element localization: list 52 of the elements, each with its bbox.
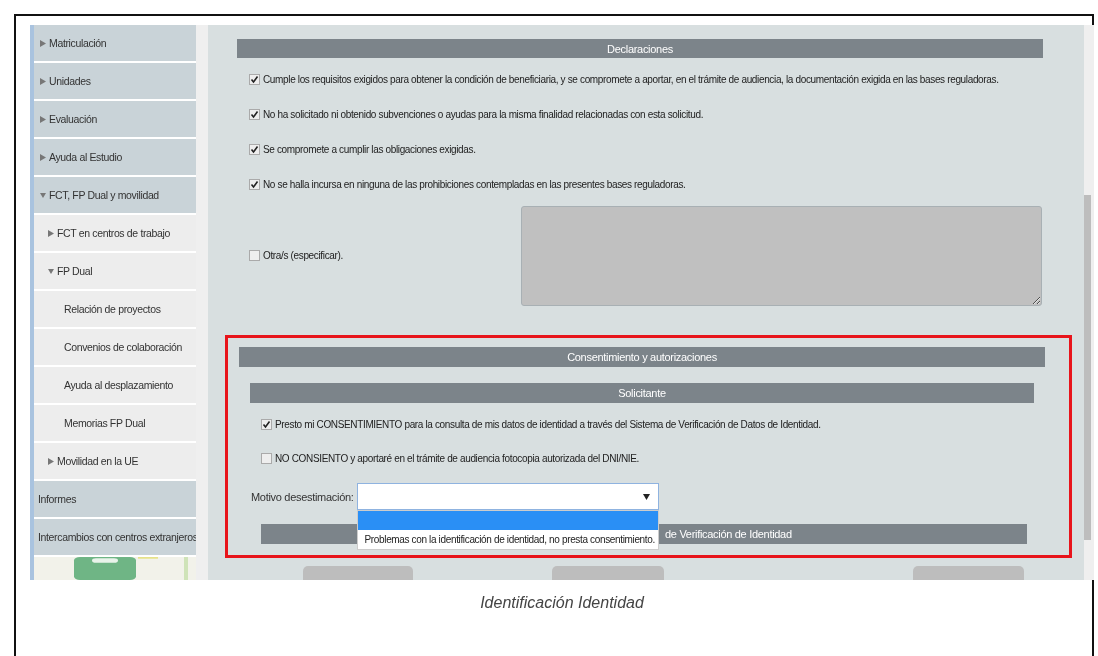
sidebar-item-label[interactable]: Matriculación xyxy=(49,37,107,49)
sidebar-item[interactable]: FP Dual xyxy=(34,253,196,289)
sidebar-item[interactable]: Ayuda al desplazamiento xyxy=(34,367,196,403)
consent-text: NO CONSIENTO y aportaré en el trámite de audiencia fotocopia autorizada del DNI/NIE. xyxy=(275,452,639,464)
sidebar-item[interactable]: Intercambios con centros extranjeros xyxy=(34,519,196,555)
sidebar-item-label[interactable]: Unidades xyxy=(49,75,91,87)
sidebar-item-label[interactable]: FP Dual xyxy=(57,265,93,277)
checkbox[interactable] xyxy=(249,179,260,191)
sidebar-item-label[interactable]: FCT en centros de trabajo xyxy=(57,227,171,239)
section-header: Consentimiento y autorizaciones xyxy=(239,347,1045,368)
checkbox[interactable] xyxy=(249,109,260,121)
sidebar-item[interactable]: Ayuda al Estudio xyxy=(34,139,196,175)
sidebar-item[interactable]: Memorias FP Dual xyxy=(34,405,196,441)
checkbox[interactable] xyxy=(261,452,272,464)
dropdown-option[interactable] xyxy=(357,511,658,531)
sidebar-item-label[interactable]: Ayuda al desplazamiento xyxy=(64,379,174,391)
scrollbar[interactable] xyxy=(1084,195,1091,540)
sidebar-item[interactable]: Informes xyxy=(34,481,196,517)
sidebar-item[interactable]: Unidades xyxy=(34,63,196,99)
figure-caption: Identificación Identidad xyxy=(479,594,646,612)
consent-text: Presto mi CONSENTIMIENTO para la consulta de mis datos de identidad a través del Sistema de Verificación de Datos de Identidad. xyxy=(275,418,821,430)
declaration-text: Se compromete a cumplir las obligaciones exigidas. xyxy=(263,144,476,156)
declaration-text: No ha solicitado ni obtenido subvenciones o ayudas para la misma finalidad relacionadas con esta solicitud. xyxy=(263,109,704,121)
sidebar-item-label[interactable]: Informes xyxy=(38,493,77,505)
sidebar-item[interactable]: Evaluación xyxy=(34,101,196,137)
sidebar-item-label[interactable]: FCT, FP Dual y movilidad xyxy=(49,189,159,201)
checkbox[interactable] xyxy=(261,418,272,430)
sidebar-item-label[interactable]: Ayuda al Estudio xyxy=(49,151,122,163)
sidebar-item-label[interactable]: Convenios de colaboración xyxy=(64,341,182,353)
sidebar-item-label[interactable]: Memorias FP Dual xyxy=(64,417,146,429)
declaration-text: No se halla incursa en ninguna de las prohibiciones contempladas en las presentes bases reguladoras. xyxy=(263,179,686,191)
sidebar-item-label[interactable]: Intercambios con centros extranjeros xyxy=(38,531,198,543)
sidebar-item-label[interactable]: Evaluación xyxy=(49,113,97,125)
text-area[interactable] xyxy=(521,205,1042,306)
declaration-text: Cumple los requisitos exigidos para obtener la condición de beneficiaria, y se compromete a aportar, en el trámite de audiencia, la documentación exigida en las bases reguladoras. xyxy=(263,74,999,86)
field-label: Motivo desestimación: xyxy=(251,490,354,503)
checkbox[interactable] xyxy=(249,74,260,86)
sidebar-item[interactable]: Relación de proyectos xyxy=(34,291,196,327)
checkbox-label: Otra/s (especificar). xyxy=(263,250,343,262)
checkbox[interactable] xyxy=(249,250,260,262)
subsection-header: Solicitante xyxy=(250,383,1034,404)
caret-icon xyxy=(642,493,650,500)
sidebar-item-label[interactable]: Relación de proyectos xyxy=(64,303,161,315)
sidebar-item[interactable]: Matriculación xyxy=(34,25,196,61)
sidebar-item[interactable]: Movilidad en la UE xyxy=(34,443,196,479)
dropdown[interactable] xyxy=(356,483,659,511)
sidebar-item[interactable]: FCT, FP Dual y movilidad xyxy=(34,177,196,213)
sidebar-item[interactable]: FCT en centros de trabajo xyxy=(34,215,196,251)
section-header: Declaraciones xyxy=(237,39,1043,59)
sidebar-item[interactable]: Convenios de colaboración xyxy=(34,329,196,365)
checkbox[interactable] xyxy=(249,144,260,156)
sidebar-item-label[interactable]: Movilidad en la UE xyxy=(57,455,139,467)
